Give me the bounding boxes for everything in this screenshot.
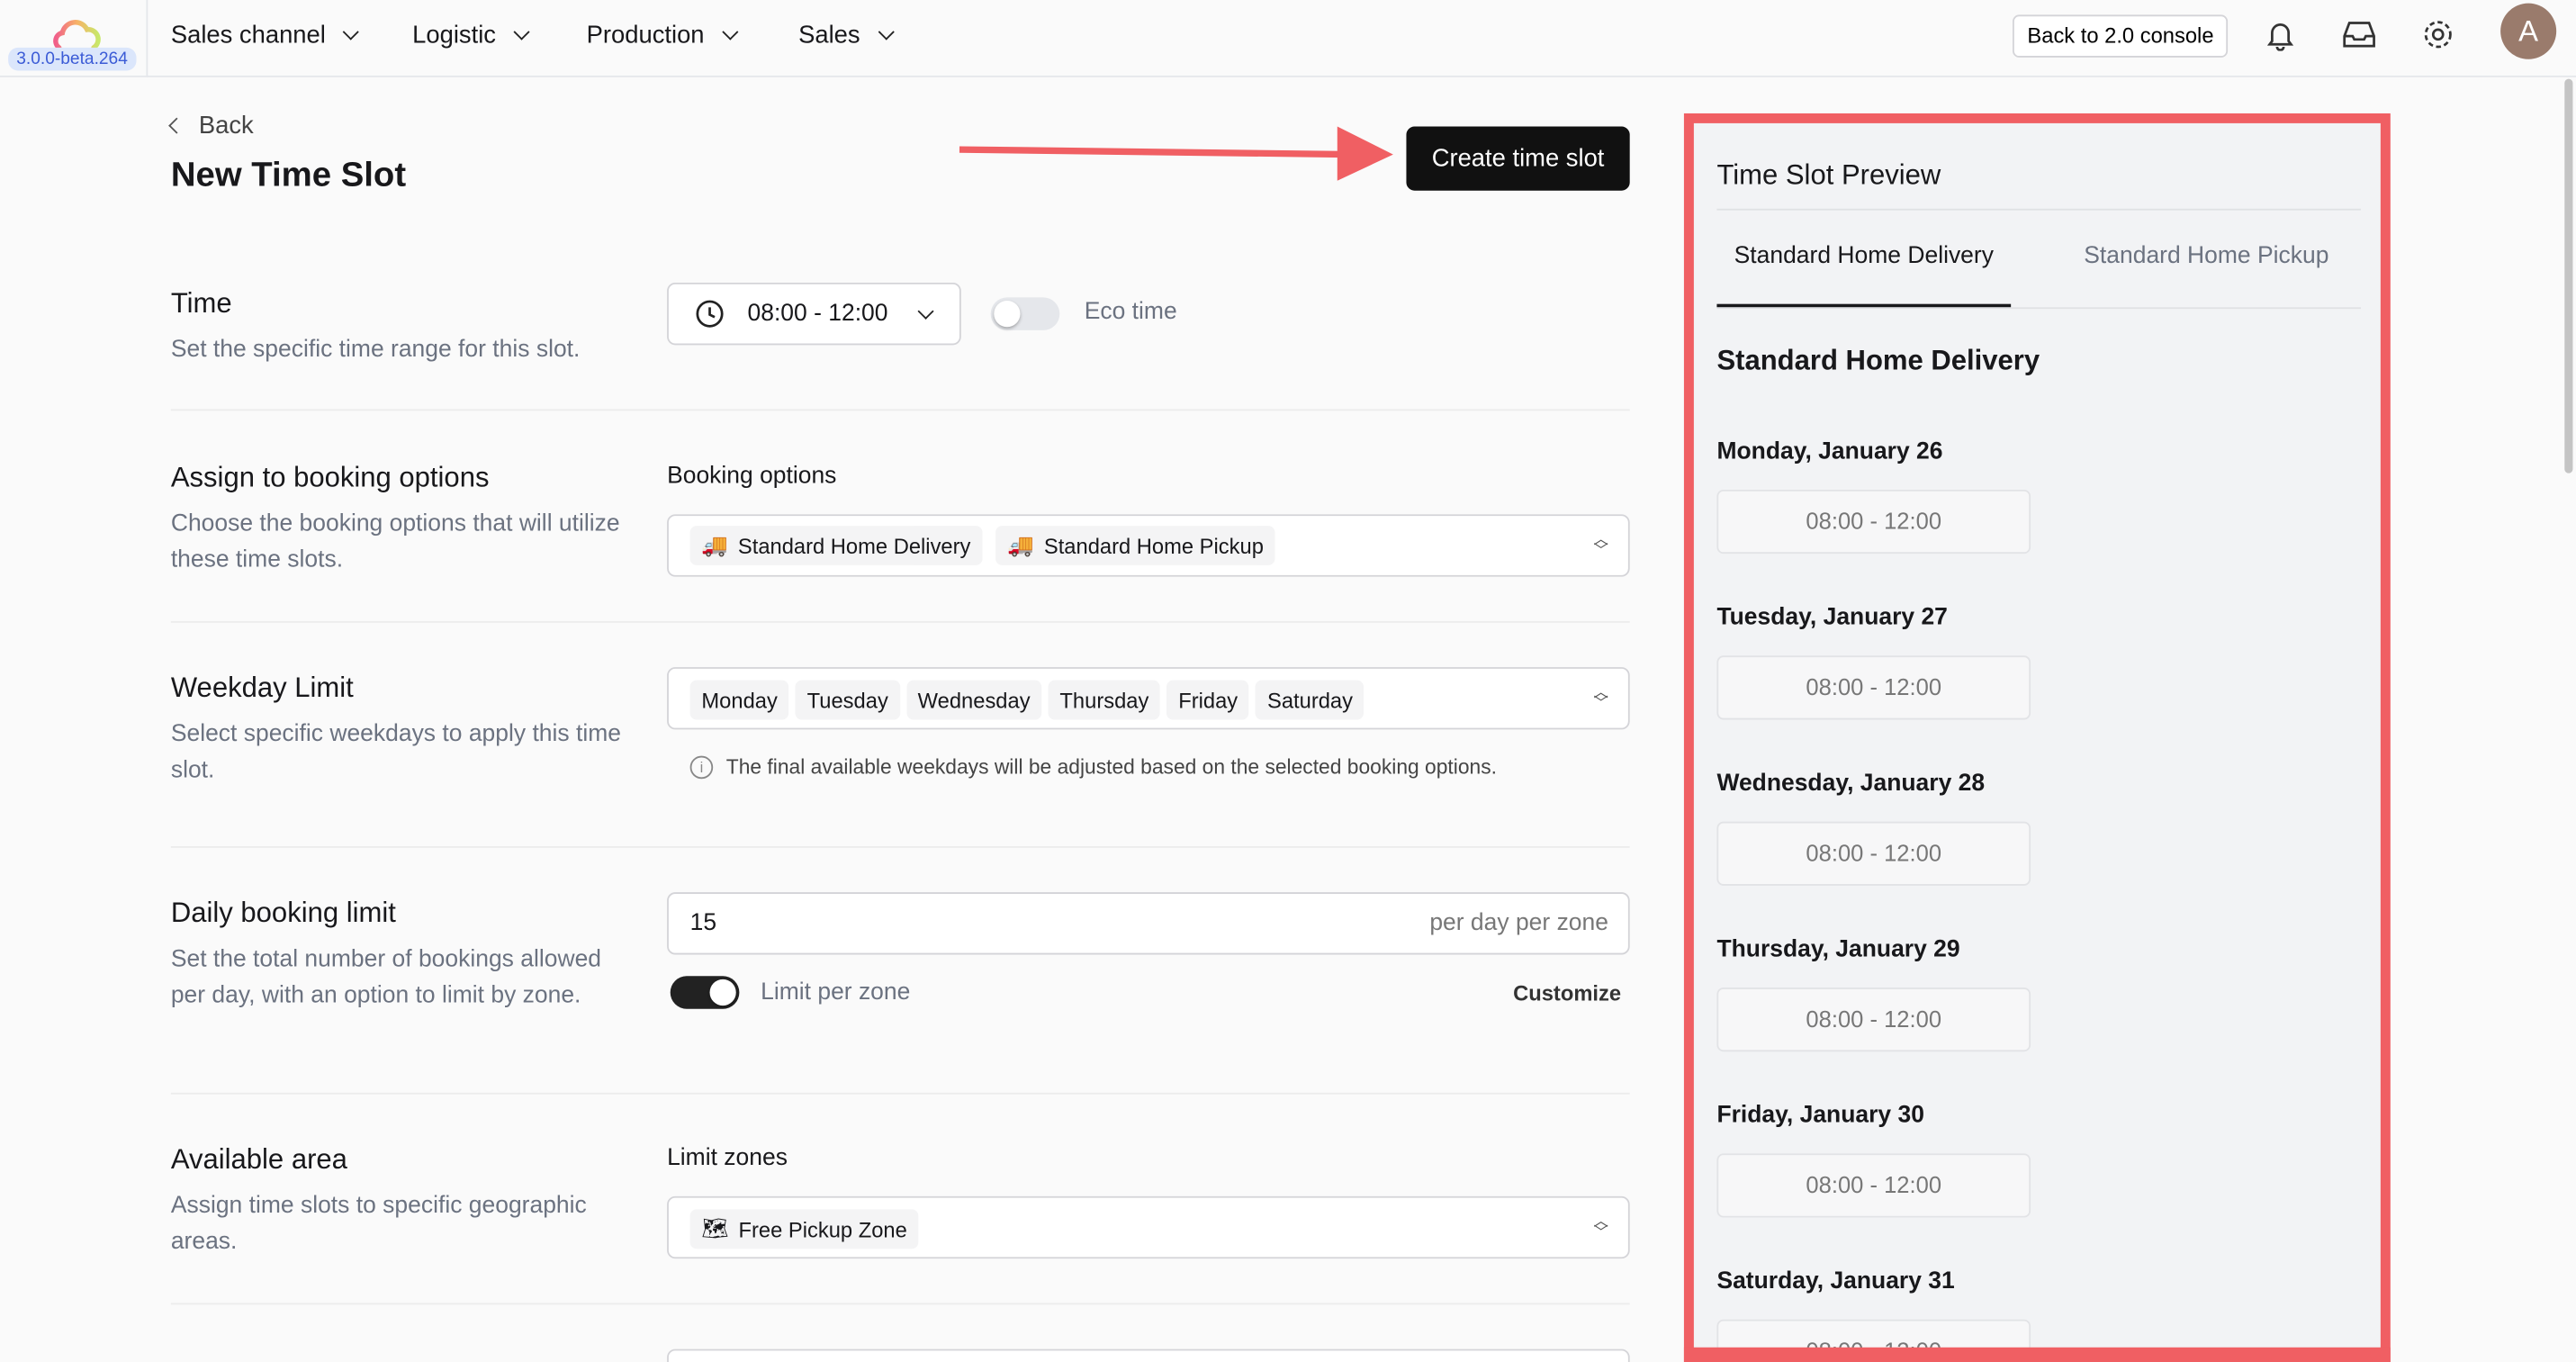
preview-title: Time Slot Preview [1716,159,1941,191]
nav-label: Sales [798,21,860,50]
nav-label: Logistic [412,21,496,50]
updown-icon: ︿ ﹀ [1593,530,1608,559]
divider [170,620,1630,623]
time-desc: Set the specific time range for this slo… [170,337,581,364]
chevron-down-icon [343,23,360,41]
chip-label: Standard Home Pickup [1043,533,1264,558]
time-slot: 08:00 - 12:00 [1716,821,2031,886]
updown-icon: ︿ ﹀ [1593,683,1608,712]
divider [170,1092,1630,1095]
avatar[interactable]: A [2500,3,2557,59]
eco-time-toggle[interactable] [990,297,1060,330]
preview-heading: Standard Home Delivery [1716,345,2040,376]
info-icon: i [689,755,714,780]
time-slot: 08:00 - 12:00 [1716,655,2031,720]
daily-limit-suffix: per day per zone [1429,910,1608,937]
limit-per-zone-label: Limit per zone [761,979,911,1006]
truck-icon: 🚚 [701,532,728,557]
day-label: Wednesday, January 28 [1716,771,1986,798]
daily-desc: Set the total number of bookings allowed… [170,946,602,1009]
time-range-value: 08:00 - 12:00 [747,301,888,328]
chip-weekday: Saturday [1256,680,1365,720]
booking-desc: Choose the booking options that will uti… [170,510,620,574]
time-slot: 08:00 - 12:00 [1716,988,2031,1052]
nav-sales[interactable]: Sales [798,21,894,50]
time-slot: 08:00 - 12:00 [1716,489,2031,555]
page: 3.0.0-beta.264 Sales channel Logistic Pr… [0,0,2576,1362]
time-slot: 08:00 - 12:00 [1716,1153,2031,1218]
page-title: New Time Slot [170,156,407,194]
nav-sales-channel[interactable]: Sales channel [170,21,360,50]
bell-icon[interactable] [2264,18,2297,51]
weekday-select[interactable]: Monday Tuesday Wednesday Thursday Friday Satu… [667,667,1630,730]
day-label: Friday, January 30 [1716,1102,1924,1129]
back-link[interactable]: Back [168,112,254,140]
limit-zones-select[interactable]: 🗺 Free Pickup Zone ︿ ﹀ [667,1195,1630,1259]
nav-production[interactable]: Production [586,21,738,50]
day-label: Tuesday, January 27 [1716,604,1948,631]
weekday-note: i The final available weekdays will be ad… [689,755,1497,780]
customize-link[interactable]: Customize [1513,981,1621,1006]
weekday-desc: Select specific weekdays to apply this t… [170,721,621,784]
divider [170,409,1630,411]
day-label: Saturday, January 31 [1716,1268,1955,1295]
chip-weekday: Wednesday [905,680,1042,720]
divider [170,846,1630,848]
back-to-console-button[interactable]: Back to 2.0 console [2012,14,2229,58]
chevron-down-icon [918,302,935,320]
area-desc: Assign time slots to specific geographic… [170,1193,587,1256]
time-range-select[interactable]: 08:00 - 12:00 [667,282,961,346]
updown-icon: ︿ ﹀ [1593,1213,1608,1241]
chip-weekday: Tuesday [795,680,900,720]
arrow-annotation-icon [959,126,1393,181]
eco-time-label: Eco time [1084,299,1177,326]
chip-label: Standard Home Delivery [737,533,971,558]
back-label: Back [198,112,254,140]
next-field[interactable] [667,1348,1630,1362]
day-label: Monday, January 26 [1716,438,1943,465]
area-title: Available area [170,1143,347,1176]
chip-free-pickup-zone: 🗺 Free Pickup Zone [689,1209,919,1249]
booking-title: Assign to booking options [170,461,490,493]
tab-standard-home-pickup[interactable]: Standard Home Pickup [2058,231,2355,281]
chip-standard-home-delivery: 🚚 Standard Home Delivery [689,526,983,565]
chip-weekday: Thursday [1048,680,1161,720]
booking-options-select[interactable]: 🚚 Standard Home Delivery 🚚 Standard Home P… [667,514,1630,577]
time-title: Time [170,287,232,320]
chip-standard-home-pickup: 🚚 Standard Home Pickup [995,526,1275,565]
booking-options-label: Booking options [667,463,837,490]
top-nav-bar: 3.0.0-beta.264 Sales channel Logistic Pr… [0,0,2576,77]
nav-label: Production [586,21,705,50]
chevron-left-icon [168,117,185,134]
limit-zones-label: Limit zones [667,1145,788,1172]
map-icon: 🗺 [701,1215,729,1241]
version-badge: 3.0.0-beta.264 [8,47,137,71]
nav-label: Sales channel [170,21,326,50]
chevron-down-icon [513,23,530,41]
limit-per-zone-toggle[interactable] [670,976,740,1009]
chevron-down-icon [721,23,738,41]
scrollbar[interactable] [2564,78,2573,474]
daily-title: Daily booking limit [170,897,396,929]
clock-icon [696,300,724,328]
chip-label: Free Pickup Zone [738,1216,907,1242]
gear-icon[interactable] [2421,18,2454,51]
day-label: Thursday, January 29 [1716,936,1960,963]
truck-icon: 🚚 [1007,532,1034,557]
daily-limit-input[interactable]: 15 per day per zone [667,892,1630,955]
note-text: The final available weekdays will be adj… [725,755,1497,780]
chip-weekday: Friday [1166,680,1249,720]
chevron-down-icon [877,23,894,41]
time-slot-preview-panel: Time Slot Preview Standard Home Delivery… [1683,113,2391,1362]
create-time-slot-button[interactable]: Create time slot [1406,126,1630,191]
tab-standard-home-delivery[interactable]: Standard Home Delivery [1716,231,2012,308]
nav-logistic[interactable]: Logistic [412,21,530,50]
inbox-icon[interactable] [2341,18,2377,51]
divider [170,1303,1630,1305]
chip-weekday: Monday [689,680,789,720]
weekday-title: Weekday Limit [170,672,354,704]
daily-limit-value: 15 [689,910,717,937]
